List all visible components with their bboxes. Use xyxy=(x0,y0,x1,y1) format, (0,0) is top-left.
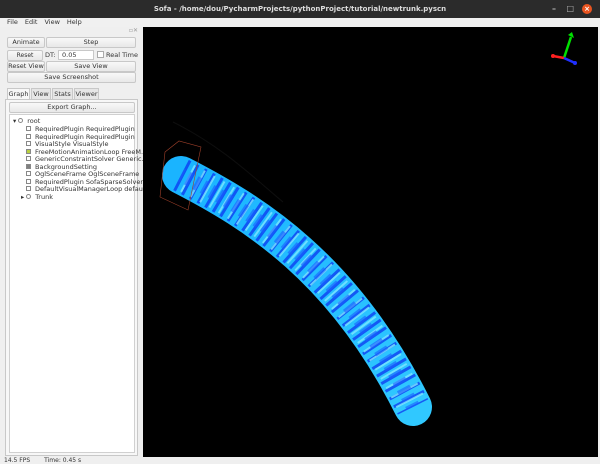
scene-graph-tree[interactable]: ▾ root RequiredPlugin RequiredPlugin Requi… xyxy=(9,114,149,453)
save-screenshot-button[interactable]: Save Screenshot xyxy=(7,72,136,83)
menu-bar: File Edit View Help xyxy=(0,18,600,27)
fps-readout: 14.5 FPS xyxy=(4,457,31,464)
title-bar: Sofa - /home/dou/PycharmProjects/pythonP… xyxy=(0,0,600,18)
node-icon xyxy=(18,118,24,123)
tab-viewer[interactable]: Viewer xyxy=(74,88,99,99)
reset-view-button[interactable]: Reset View xyxy=(7,61,45,72)
step-button[interactable]: Step xyxy=(46,37,136,48)
menu-file[interactable]: File xyxy=(7,18,18,27)
tree-node-trunk[interactable]: ▸ Trunk xyxy=(21,193,145,201)
node-icon xyxy=(26,194,32,199)
axis-gizmo-icon xyxy=(551,32,577,65)
reset-scene-button[interactable]: Reset Scene xyxy=(7,50,43,68)
maximize-icon[interactable]: □ xyxy=(566,4,574,14)
tab-view[interactable]: View xyxy=(31,88,51,99)
collapse-arrow-icon[interactable]: ▸ xyxy=(21,193,24,201)
3d-viewport[interactable] xyxy=(143,27,598,457)
tree-node-root[interactable]: ▾ root xyxy=(13,117,137,125)
trunk-mesh xyxy=(159,121,432,426)
window-title: Sofa - /home/dou/PycharmProjects/pythonP… xyxy=(153,5,447,13)
menu-help[interactable]: Help xyxy=(67,18,82,27)
real-time-label: Real Time xyxy=(106,51,138,59)
component-icon xyxy=(26,186,31,191)
graph-panel: Export Graph... ▾ root RequiredPlugin Req… xyxy=(5,99,149,456)
status-bar: 14.5 FPS Time: 0.45 s xyxy=(0,457,600,464)
component-icon xyxy=(26,156,31,161)
component-icon xyxy=(26,171,31,176)
close-icon[interactable]: × xyxy=(582,4,592,14)
component-icon xyxy=(26,178,31,184)
save-view-button[interactable]: Save View xyxy=(46,61,136,72)
menu-view[interactable]: View xyxy=(44,18,59,27)
tree-node[interactable]: DefaultVisualManagerLoop defau... xyxy=(26,185,150,193)
dt-input[interactable]: 0.05 xyxy=(58,50,94,60)
component-icon xyxy=(26,141,31,146)
animate-button[interactable]: Animate xyxy=(7,37,45,48)
control-panel: ▫✕ Animate Step Reset Scene DT: 0.05 Rea… xyxy=(0,27,149,457)
minimize-icon[interactable]: – xyxy=(552,4,556,14)
dt-label: DT: xyxy=(45,51,56,59)
tab-stats[interactable]: Stats xyxy=(52,88,73,99)
time-readout: Time: 0.45 s xyxy=(44,457,82,464)
export-graph-button[interactable]: Export Graph... xyxy=(9,102,135,113)
component-icon xyxy=(26,148,31,154)
tree-node-label: DefaultVisualManagerLoop defau... xyxy=(35,185,150,193)
component-icon xyxy=(26,133,31,139)
component-icon xyxy=(26,163,31,169)
expand-arrow-icon[interactable]: ▾ xyxy=(13,117,16,125)
menu-edit[interactable]: Edit xyxy=(25,18,38,27)
component-icon xyxy=(26,126,31,131)
dock-float-close-icon[interactable]: ▫✕ xyxy=(129,27,138,34)
real-time-checkbox[interactable] xyxy=(97,51,104,58)
